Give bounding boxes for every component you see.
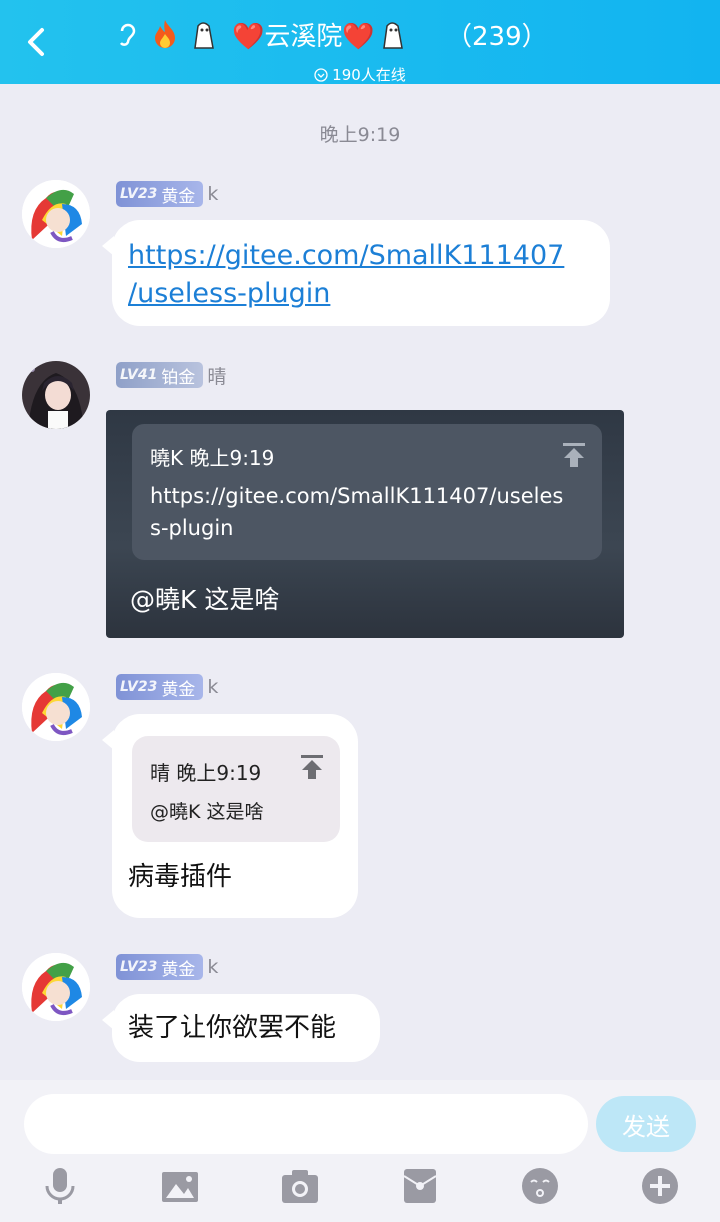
sender-nickname: k <box>207 956 219 978</box>
quoted-message[interactable]: 曉K 晚上9:19 https://gitee.com/SmallK111407… <box>132 424 602 560</box>
sender-meta: LV23 黄金 k <box>116 674 218 700</box>
sender-nickname: k <box>207 183 219 205</box>
timestamp: 晚上9:19 <box>319 124 401 146</box>
input-area: 发送 <box>0 1080 720 1222</box>
message-link[interactable]: https://gitee.com/SmallK111407 /useless-… <box>128 237 594 313</box>
level-badge: LV23 黄金 <box>116 954 204 980</box>
message-input[interactable] <box>24 1094 588 1154</box>
bubble-tail <box>102 1010 114 1030</box>
red-packet-icon[interactable] <box>400 1166 440 1206</box>
quote-header: 曉K 晚上9:19 <box>150 446 275 470</box>
emoji-icon[interactable] <box>520 1166 560 1206</box>
quote-header: 晴 晚上9:19 <box>150 761 262 785</box>
bubble-tail <box>102 236 114 256</box>
microphone-icon[interactable] <box>40 1166 80 1206</box>
sender-meta: LV23 黄金 k <box>116 181 218 207</box>
online-count: 190人在线 <box>332 66 406 84</box>
camera-icon[interactable] <box>280 1166 320 1206</box>
themed-message-bubble[interactable]: 曉K 晚上9:19 https://gitee.com/SmallK111407… <box>106 410 624 638</box>
message-text: 病毒插件 <box>128 862 233 892</box>
message-bubble[interactable]: 装了让你欲罢不能 <box>102 994 380 1062</box>
level-badge: LV23 黄金 <box>116 674 204 700</box>
send-button[interactable]: 发送 <box>596 1096 696 1152</box>
back-arrow-icon[interactable] <box>22 22 54 62</box>
link-line-1: https://gitee.com/SmallK111407 <box>128 240 565 271</box>
sender-meta: LV41 铂金 晴 <box>116 362 226 388</box>
image-icon[interactable] <box>160 1166 200 1206</box>
sender-meta: LV23 黄金 k <box>116 954 218 980</box>
sender-nickname: 晴 <box>207 365 227 388</box>
group-title[interactable]: ❤️云溪院❤️ （239） <box>110 12 590 56</box>
jump-to-quote-icon[interactable] <box>300 754 324 780</box>
chevron-down-icon[interactable] <box>314 67 328 82</box>
plus-icon[interactable] <box>640 1166 680 1206</box>
message-bubble[interactable]: 晴 晚上9:19 @曉K 这是啥 病毒插件 <box>102 714 358 918</box>
avatar[interactable] <box>22 361 90 429</box>
message-bubble[interactable]: https://gitee.com/SmallK111407 /useless-… <box>102 220 610 326</box>
fire-icon <box>148 17 182 51</box>
ghost-icon <box>375 17 409 51</box>
ghost-icon <box>186 17 220 51</box>
online-status: 190人在线 <box>0 64 720 85</box>
jump-to-quote-icon[interactable] <box>562 442 586 468</box>
group-name: ❤️云溪院❤️ <box>232 21 375 52</box>
level-badge: LV41 铂金 <box>116 362 204 388</box>
avatar[interactable] <box>22 180 90 248</box>
message-text: @曉K 这是啥 <box>130 585 280 614</box>
message-text: 装了让你欲罢不能 <box>128 1013 337 1043</box>
link-line-2: /useless-plugin <box>128 278 331 309</box>
level-badge: LV23 黄金 <box>116 181 204 207</box>
member-count: （239） <box>446 22 548 52</box>
quoted-message[interactable]: 晴 晚上9:19 @曉K 这是啥 <box>132 736 340 842</box>
bubble-tail <box>102 730 114 750</box>
ear-icon <box>110 17 144 51</box>
sender-nickname: k <box>207 676 219 698</box>
avatar[interactable] <box>22 673 90 741</box>
avatar[interactable] <box>22 953 90 1021</box>
quote-text: @曉K 这是啥 <box>150 801 264 823</box>
chat-header: ❤️云溪院❤️ （239） 190人在线 <box>0 0 720 84</box>
quote-text: https://gitee.com/SmallK111407/useless-p… <box>150 484 564 540</box>
